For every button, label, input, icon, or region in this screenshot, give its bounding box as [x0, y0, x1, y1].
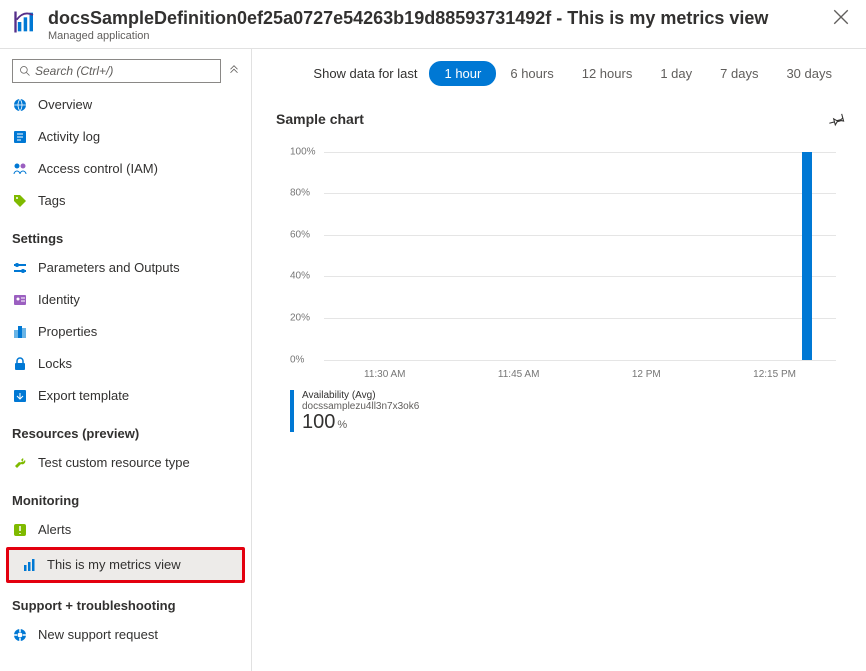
legend-value: 100 — [302, 411, 335, 433]
x-tick-label: 12 PM — [632, 369, 661, 380]
search-input[interactable]: Search (Ctrl+/) — [12, 59, 221, 83]
pin-icon[interactable] — [828, 110, 846, 128]
time-range-7-days[interactable]: 7 days — [706, 62, 772, 85]
nav-group-heading: Resources (preview) — [0, 412, 251, 447]
sidebar-item-test-custom-resource-type[interactable]: Test custom resource type — [0, 447, 251, 479]
y-tick-label: 60% — [290, 229, 310, 240]
sidebar-item-locks[interactable]: Locks — [0, 348, 251, 380]
time-range-toolbar: Show data for last 1 hour6 hours12 hours… — [276, 61, 846, 86]
sidebar-item-this-is-my-metrics-view[interactable]: This is my metrics view — [9, 550, 242, 580]
chart-bar — [802, 152, 812, 360]
grid-line — [324, 235, 836, 236]
legend-color-swatch — [290, 390, 294, 432]
sidebar-item-label: Access control (IAM) — [38, 161, 158, 176]
grid-line — [324, 276, 836, 277]
identity-icon — [12, 292, 28, 308]
sidebar-item-activity-log[interactable]: Activity log — [0, 121, 251, 153]
props-icon — [12, 324, 28, 340]
chart-legend: Availability (Avg) docssamplezu4ll3n7x3o… — [290, 390, 846, 432]
globe-icon — [12, 97, 28, 113]
sidebar-item-identity[interactable]: Identity — [0, 284, 251, 316]
tags-icon — [12, 193, 28, 209]
sidebar-item-label: Tags — [38, 193, 65, 208]
sidebar-item-label: Locks — [38, 356, 72, 371]
time-range-30-days[interactable]: 30 days — [772, 62, 846, 85]
x-tick-label: 11:45 AM — [498, 369, 540, 380]
sidebar: Search (Ctrl+/) Overview Activity log Acce… — [0, 49, 252, 671]
close-icon[interactable] — [832, 8, 850, 26]
chart-plot-area[interactable]: 100%80%60%40%20%0%11:30 AM11:45 AM12 PM1… — [290, 146, 836, 376]
sidebar-item-properties[interactable]: Properties — [0, 316, 251, 348]
time-range-12-hours[interactable]: 12 hours — [568, 62, 647, 85]
grid-line — [324, 152, 836, 153]
log-icon — [12, 129, 28, 145]
x-axis-labels: 11:30 AM 11:45 AM 12 PM 12:15 PM — [324, 369, 836, 380]
chevron-collapse-icon[interactable] — [227, 64, 241, 78]
time-range-1-day[interactable]: 1 day — [646, 62, 706, 85]
sidebar-item-tags[interactable]: Tags — [0, 185, 251, 217]
chart-title: Sample chart — [276, 111, 364, 127]
sidebar-item-alerts[interactable]: Alerts — [0, 514, 251, 546]
sidebar-item-access-control-iam-[interactable]: Access control (IAM) — [0, 153, 251, 185]
metrics-icon — [21, 557, 37, 573]
search-icon — [19, 65, 31, 77]
search-placeholder: Search (Ctrl+/) — [35, 64, 113, 78]
alert-icon — [12, 522, 28, 538]
sidebar-item-label: This is my metrics view — [47, 557, 181, 572]
lock-icon — [12, 356, 28, 372]
params-icon — [12, 260, 28, 276]
page-subtitle: Managed application — [48, 30, 824, 42]
sidebar-item-label: Test custom resource type — [38, 455, 190, 470]
export-icon — [12, 388, 28, 404]
time-range-6-hours[interactable]: 6 hours — [496, 62, 567, 85]
legend-unit: % — [337, 419, 347, 431]
wrench-icon — [12, 455, 28, 471]
sidebar-item-label: Activity log — [38, 129, 100, 144]
blade-header: docsSampleDefinition0ef25a0727e54263b19d… — [0, 0, 866, 49]
support-icon — [12, 627, 28, 643]
sidebar-item-label: Export template — [38, 388, 129, 403]
sidebar-item-new-support-request[interactable]: New support request — [0, 619, 251, 651]
grid-line — [324, 193, 836, 194]
y-tick-label: 20% — [290, 312, 310, 323]
y-tick-label: 100% — [290, 146, 316, 157]
sidebar-item-export-template[interactable]: Export template — [0, 380, 251, 412]
sidebar-item-label: Parameters and Outputs — [38, 260, 180, 275]
metrics-icon — [12, 8, 40, 36]
grid-line — [324, 360, 836, 361]
time-range-label: Show data for last — [313, 66, 417, 81]
highlighted-nav-item: This is my metrics view — [6, 547, 245, 583]
nav-group-heading: Support + troubleshooting — [0, 584, 251, 619]
sidebar-item-label: New support request — [38, 627, 158, 642]
time-range-1-hour[interactable]: 1 hour — [429, 61, 496, 86]
legend-metric-name: Availability (Avg) — [302, 390, 419, 401]
sidebar-item-label: Identity — [38, 292, 80, 307]
sidebar-item-label: Alerts — [38, 522, 71, 537]
main-content: Show data for last 1 hour6 hours12 hours… — [252, 49, 866, 671]
y-tick-label: 0% — [290, 354, 304, 365]
y-tick-label: 40% — [290, 271, 310, 282]
sidebar-item-overview[interactable]: Overview — [0, 89, 251, 121]
nav-group-heading: Settings — [0, 217, 251, 252]
x-tick-label: 12:15 PM — [753, 369, 796, 380]
x-tick-label: 11:30 AM — [364, 369, 406, 380]
grid-line — [324, 318, 836, 319]
iam-icon — [12, 161, 28, 177]
nav-group-heading: Monitoring — [0, 479, 251, 514]
sidebar-item-label: Overview — [38, 97, 92, 112]
sidebar-item-parameters-and-outputs[interactable]: Parameters and Outputs — [0, 252, 251, 284]
page-title: docsSampleDefinition0ef25a0727e54263b19d… — [48, 8, 824, 30]
y-tick-label: 80% — [290, 188, 310, 199]
sidebar-item-label: Properties — [38, 324, 97, 339]
